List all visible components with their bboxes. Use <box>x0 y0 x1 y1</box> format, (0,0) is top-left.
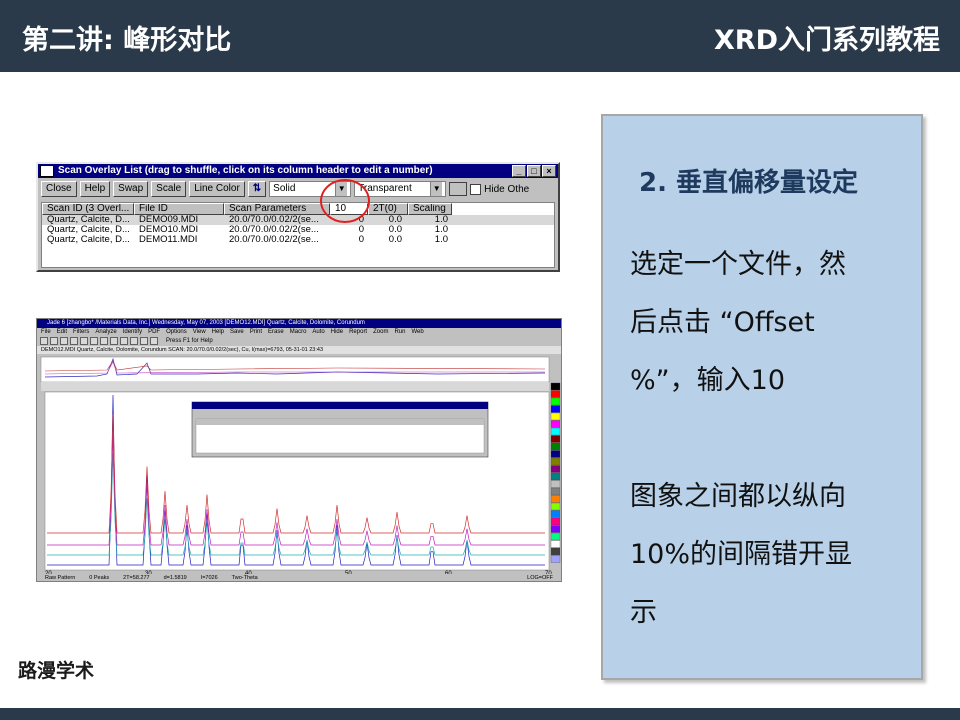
brand-label: 路漫学术 <box>18 660 95 682</box>
table-row[interactable]: Quartz, Calcite, D... DEMO09.MDI 20.0/70… <box>42 215 554 225</box>
xrd-plot: 203040506070 <box>40 356 561 577</box>
palette-swatch <box>550 480 561 488</box>
palette-swatch <box>550 532 561 541</box>
color-swatch[interactable] <box>449 182 468 196</box>
scale-button[interactable]: Scale <box>151 181 187 197</box>
cell: 0 <box>358 235 364 245</box>
cell: 0 <box>358 225 364 235</box>
maximize-button[interactable]: □ <box>527 165 541 177</box>
hide-others-checkbox[interactable] <box>470 183 482 195</box>
status-item: 0 Peaks <box>89 575 110 581</box>
table-header: Scan ID (3 Overl... File ID Scan Paramet… <box>42 203 554 215</box>
panel-heading: 2. 垂直偏移量设定 <box>639 168 859 198</box>
dialog-title: Scan Overlay List (drag to shuffle, clic… <box>58 165 433 176</box>
scan-overlay-dialog: Scan Overlay List (drag to shuffle, clic… <box>36 162 560 272</box>
cell: 1.0 <box>434 215 448 225</box>
palette-swatch <box>550 427 561 436</box>
palette-swatch <box>550 547 561 556</box>
line-style-value: Solid <box>273 183 296 194</box>
palette-swatch <box>550 390 561 398</box>
sort-icon[interactable]: ⇅ <box>247 181 267 197</box>
palette-swatch <box>550 435 561 443</box>
cell: 0.0 <box>388 235 402 245</box>
status-item: d=1.5819 <box>163 575 187 581</box>
palette-swatch <box>550 382 561 391</box>
dialog-titlebar: Scan Overlay List (drag to shuffle, clic… <box>38 164 558 178</box>
palette-swatch <box>550 472 561 481</box>
palette-swatch <box>550 457 561 466</box>
palette-swatch <box>550 442 561 451</box>
palette-swatch <box>550 450 561 458</box>
swap-button[interactable]: Swap <box>113 181 149 197</box>
panel-line: 图象之间都以纵向 <box>630 481 846 512</box>
overlay-table: Scan ID (3 Overl... File ID Scan Paramet… <box>41 202 555 268</box>
cell: 20.0/70.0/0.02/2(se... <box>229 225 319 235</box>
panel-line: 示 <box>630 597 657 628</box>
panel-line: 10%的间隔错开显 <box>630 539 853 570</box>
cell: DEMO10.MDI <box>139 225 199 235</box>
col-scan-id[interactable]: Scan ID (3 Overl... <box>42 203 134 215</box>
cell: 0.0 <box>388 225 402 235</box>
hide-others-label: Hide Othe <box>484 183 530 195</box>
panel-line: 后点击 “Offset <box>630 307 815 338</box>
minimize-button[interactable]: _ <box>512 165 526 177</box>
dialog-toolbar: Close Help Swap Scale Line Color ⇅ Solid… <box>38 178 558 200</box>
chevron-down-icon: ▼ <box>430 182 443 196</box>
slide-title: 第二讲: 峰形对比 <box>22 25 232 56</box>
palette-swatch <box>550 405 561 413</box>
app-icon <box>40 165 54 177</box>
palette-swatch <box>550 495 561 503</box>
help-button[interactable]: Help <box>79 181 111 197</box>
col-2t[interactable]: 2T(0) <box>368 203 408 215</box>
palette-swatch <box>550 502 561 511</box>
table-row[interactable]: Quartz, Calcite, D... DEMO10.MDI 20.0/70… <box>42 225 554 235</box>
jade-window: Jade 6 [zhangbo* /Materials Data, Inc.] … <box>36 318 562 582</box>
cell: DEMO09.MDI <box>139 215 199 225</box>
palette-swatch <box>550 510 561 518</box>
palette-swatch <box>550 397 561 406</box>
cell: Quartz, Calcite, D... <box>47 235 130 245</box>
col-scan-params[interactable]: Scan Parameters <box>224 203 330 215</box>
close-window-button[interactable]: × <box>542 165 556 177</box>
cell: 0.0 <box>388 215 402 225</box>
palette-swatch <box>550 540 561 548</box>
header-bar: 第二讲: 峰形对比 XRD入门系列教程 <box>0 0 960 72</box>
footer-bar <box>0 708 960 720</box>
col-file-id[interactable]: File ID <box>134 203 224 215</box>
explanation-panel: 2. 垂直偏移量设定 选定一个文件，然 后点击 “Offset %”，输入10 … <box>601 114 923 680</box>
status-item: Raw Pattern <box>45 575 76 581</box>
cell: DEMO11.MDI <box>139 235 198 245</box>
cell: Quartz, Calcite, D... <box>47 225 130 235</box>
highlight-circle <box>320 179 370 223</box>
palette-swatch <box>550 517 561 526</box>
palette-swatch <box>550 420 561 428</box>
cell: 20.0/70.0/0.02/2(se... <box>229 215 319 225</box>
palette-swatch <box>550 412 561 421</box>
cell: 1.0 <box>434 235 448 245</box>
palette-swatch <box>550 487 561 496</box>
cell: Quartz, Calcite, D... <box>47 215 130 225</box>
palette-swatch <box>550 465 561 473</box>
table-row[interactable]: Quartz, Calcite, D... DEMO11.MDI 20.0/70… <box>42 235 554 245</box>
status-item: I=7026 <box>200 575 218 581</box>
close-button[interactable]: Close <box>41 181 77 197</box>
line-color-button[interactable]: Line Color <box>189 181 245 197</box>
panel-line: %”，输入10 <box>630 365 785 396</box>
slide: 第二讲: 峰形对比 XRD入门系列教程 Scan Overlay List (d… <box>0 0 960 720</box>
palette-swatch <box>550 555 561 563</box>
status-item: LOG=OFF <box>527 575 553 581</box>
status-item: Two-Theta <box>231 575 258 581</box>
status-item: 2T=58.277 <box>123 575 150 581</box>
series-title: XRD入门系列教程 <box>713 25 940 56</box>
palette-swatch <box>550 525 561 533</box>
cell: 1.0 <box>434 225 448 235</box>
col-scaling[interactable]: Scaling <box>408 203 452 215</box>
cell: 20.0/70.0/0.02/2(se... <box>229 235 319 245</box>
panel-line: 选定一个文件，然 <box>630 249 846 280</box>
jade-statusbar: Raw Pattern 0 Peaks 2T=58.277 d=1.5819 I… <box>37 574 561 581</box>
